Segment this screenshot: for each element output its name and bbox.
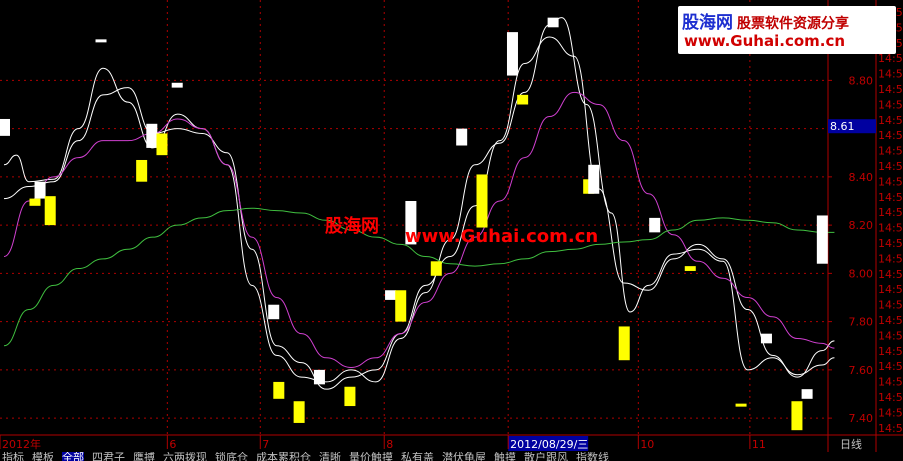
time-tick-label: 14:5: [878, 206, 903, 219]
x-tick-label-1: 6: [169, 438, 176, 451]
watermark-center-url: www.Guhai.com.cn: [405, 226, 598, 247]
tab-13[interactable]: 散户跟风: [524, 452, 568, 461]
signal-bar-20: [506, 32, 518, 76]
y-tick-label-4: 8.00: [849, 267, 874, 280]
time-tick-label: 14:5: [878, 145, 903, 158]
period-label: 日线: [840, 437, 862, 451]
tab-10[interactable]: 私有盖: [401, 452, 434, 461]
tab-6[interactable]: 锁底仓: [215, 452, 248, 461]
time-tick-label: 14:5: [878, 222, 903, 235]
signal-bar-14: [385, 290, 397, 300]
signal-bar-4: [95, 39, 107, 43]
y-tick-label-0: 8.80: [849, 74, 874, 87]
logo-cn: 股海网: [682, 13, 733, 33]
signal-bar-32: [816, 215, 828, 264]
time-tick-label: 14:5: [878, 98, 903, 111]
watermark-center-cn: 股海网: [324, 215, 379, 237]
signal-bar-17: [430, 261, 442, 276]
tab-7[interactable]: 成本累积仓: [256, 452, 311, 461]
time-tick-label: 14:5: [878, 314, 903, 327]
time-tick-label: 14:5: [878, 299, 903, 312]
x-tick-label-5: 10: [640, 438, 654, 451]
y-tick-label-6: 7.60: [849, 364, 874, 377]
signal-bar-19: [476, 174, 488, 228]
signal-bar-28: [735, 403, 747, 407]
y-tick-label-5: 7.80: [849, 316, 874, 329]
time-tick-label: 14:5: [878, 52, 903, 65]
signal-bar-24: [588, 164, 600, 194]
signal-bar-1: [29, 198, 41, 206]
x-tick-label-3: 8: [386, 438, 393, 451]
signal-bar-18: [456, 128, 468, 146]
time-tick-label: 14:5: [878, 252, 903, 265]
time-tick-label: 14:5: [878, 360, 903, 373]
signal-bar-7: [156, 133, 168, 156]
signal-bar-11: [293, 401, 305, 423]
time-tick-label: 14:5: [878, 114, 903, 127]
signal-bar-8: [171, 82, 183, 88]
tab-9[interactable]: 量价触摸: [349, 452, 393, 461]
time-tick-label: 14:5: [878, 83, 903, 96]
signal-bar-2: [34, 181, 46, 199]
signal-bar-10: [273, 381, 285, 399]
signal-bar-3: [44, 196, 56, 226]
signal-bar-26: [649, 217, 661, 233]
tab-1[interactable]: 模板: [32, 452, 54, 461]
time-tick-label: 14:5: [878, 129, 903, 142]
signal-bar-21: [517, 94, 529, 105]
tab-14[interactable]: 指数线: [576, 452, 609, 461]
signal-bar-0: [0, 118, 10, 136]
signal-bar-12: [313, 369, 325, 385]
time-tick-label: 14:5: [878, 191, 903, 204]
signal-bar-30: [791, 401, 803, 431]
time-tick-label: 14:5: [878, 268, 903, 281]
x-tick-label-2: 7: [262, 438, 269, 451]
tab-12[interactable]: 触摸: [494, 452, 516, 461]
signal-bar-9: [268, 304, 280, 320]
time-tick-label: 14:5: [878, 391, 903, 404]
signal-bar-27: [684, 266, 696, 271]
time-tick-label: 14:5: [878, 422, 903, 435]
time-tick-label: 14:5: [878, 68, 903, 81]
price-chart: 8.808.608.408.208.007.807.607.4014:514:5…: [0, 0, 903, 461]
time-tick-label: 14:5: [878, 283, 903, 296]
time-tick-label: 14:5: [878, 406, 903, 419]
series-line-mid: [3, 36, 835, 390]
tab-2[interactable]: 全部: [62, 452, 84, 461]
signal-bar-5: [136, 159, 148, 182]
tab-0[interactable]: 指标: [2, 452, 24, 461]
logo-url: www.Guhai.com.cn: [684, 32, 846, 50]
time-tick-label: 14:5: [878, 329, 903, 342]
signal-bar-31: [801, 389, 813, 399]
signal-bar-25: [618, 326, 630, 361]
x-tick-label-6: 11: [752, 438, 766, 451]
logo-slogan: 股票软件资源分享: [737, 16, 849, 32]
y-tick-label-3: 8.20: [849, 219, 874, 232]
time-tick-label: 14:5: [878, 345, 903, 358]
time-tick-label: 14:5: [878, 175, 903, 188]
price-badge-label: 8.61: [830, 120, 855, 133]
time-tick-label: 14:5: [878, 237, 903, 250]
time-tick-label: 14:5: [878, 376, 903, 389]
signal-bar-13: [344, 386, 356, 407]
x-tick-label-0: 2012年: [2, 437, 41, 451]
signal-bar-15: [395, 290, 407, 322]
watermark-logo: 股海网 股票软件资源分享 www.Guhai.com.cn: [678, 6, 896, 54]
tab-8[interactable]: 清晰: [319, 452, 341, 461]
x-tick-label-4: 2012/08/29/三: [510, 438, 588, 451]
signal-bar-22: [547, 17, 559, 28]
signal-bar-29: [760, 333, 772, 344]
tab-4[interactable]: 鹰搏: [133, 452, 155, 461]
y-tick-label-2: 8.40: [849, 171, 874, 184]
tab-5[interactable]: 六两拨现: [163, 452, 207, 461]
tab-3[interactable]: 四君子: [92, 452, 125, 461]
y-tick-label-7: 7.40: [849, 412, 874, 425]
indicator-tab-bar: 指标 模板 全部 四君子 鹰搏 六两拨现 锁底仓 成本累积仓 清晰 量价触摸 私有盖 潜伏龟屋 触摸 散户…: [0, 452, 903, 461]
time-tick-label: 14:5: [878, 160, 903, 173]
tab-11[interactable]: 潜伏龟屋: [442, 452, 486, 461]
signal-bar-6: [146, 123, 158, 148]
series-line-fast: [3, 17, 835, 383]
